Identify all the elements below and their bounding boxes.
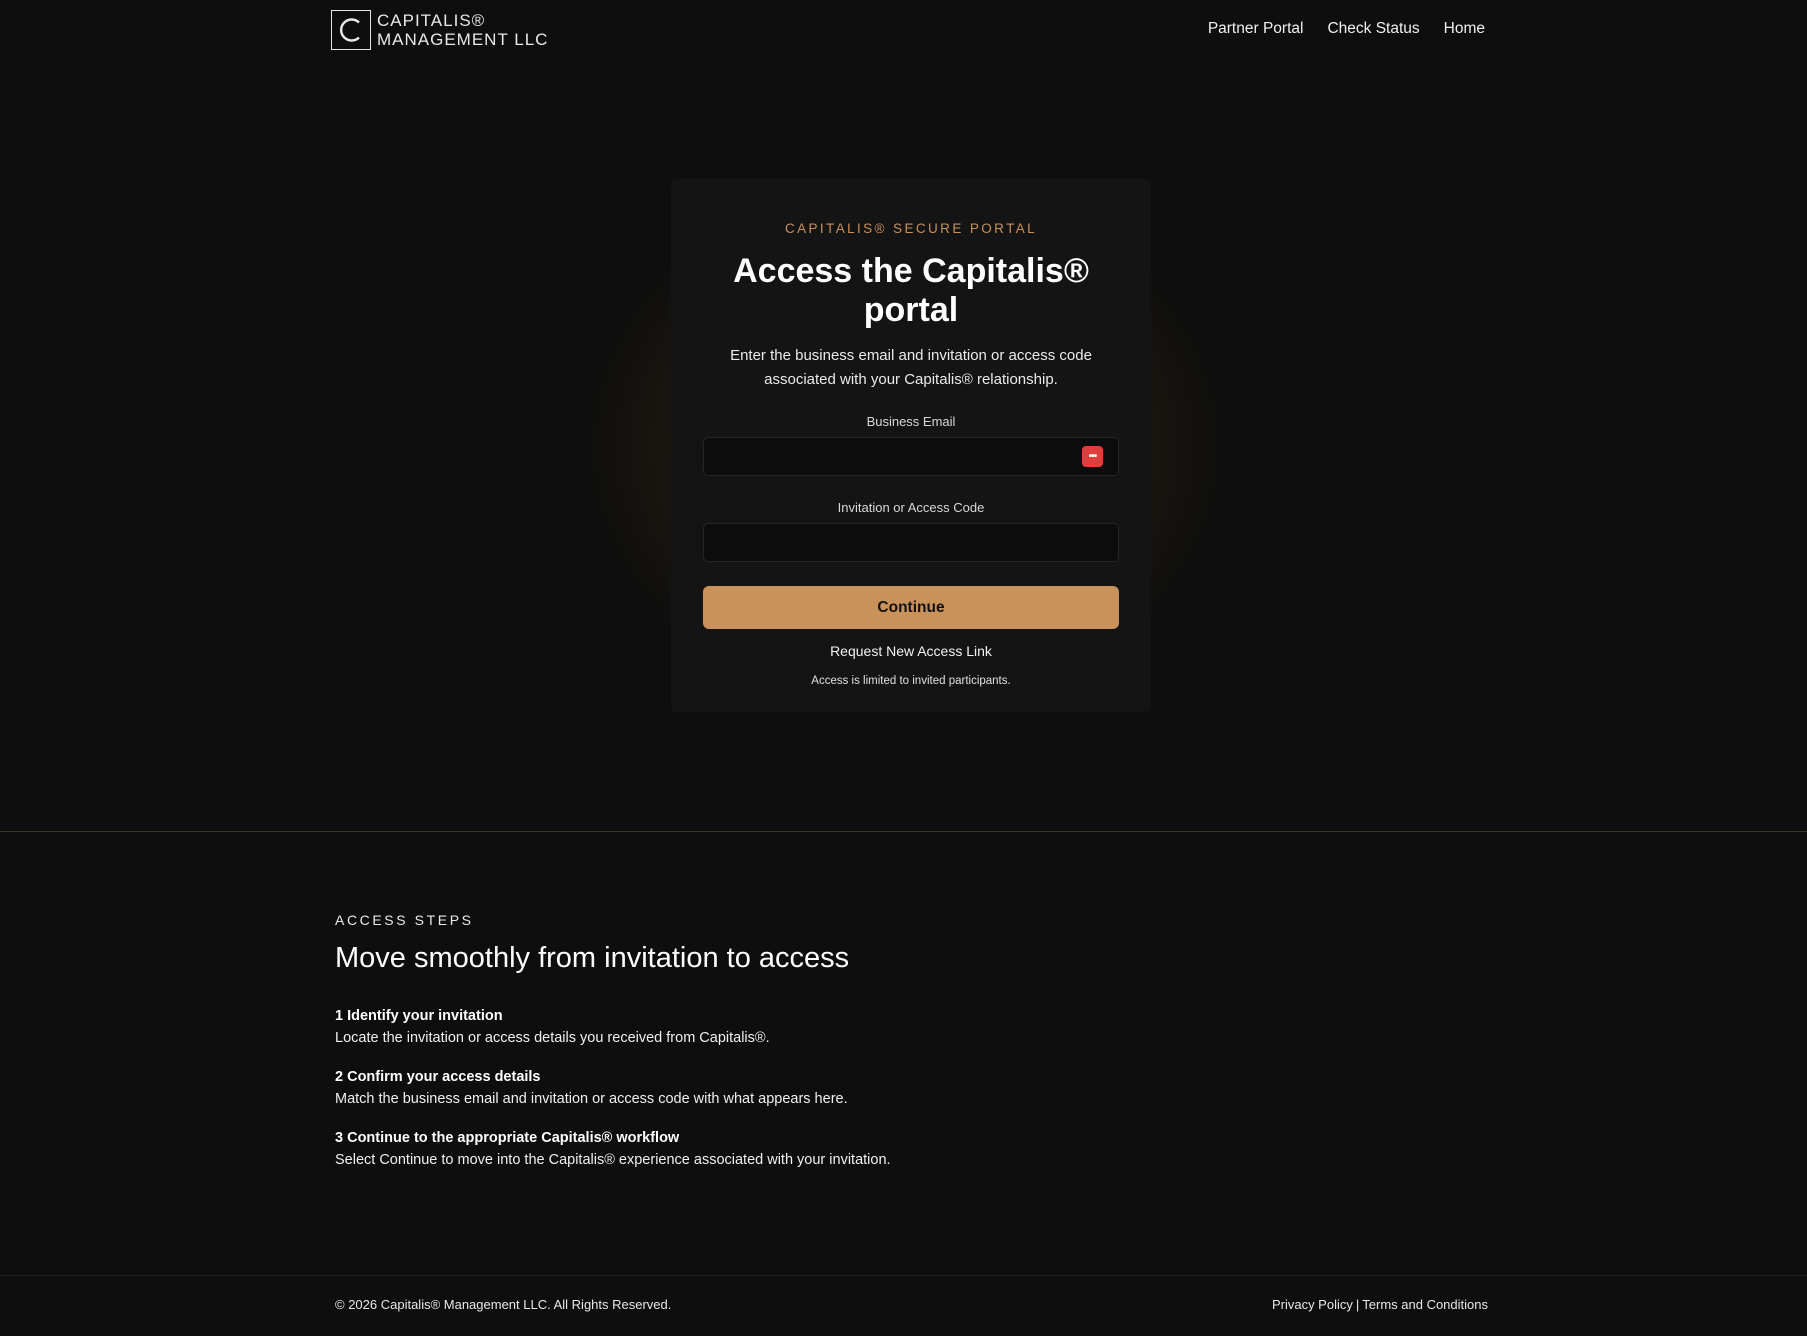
continue-button[interactable]: Continue xyxy=(703,586,1119,629)
nav-partner-portal[interactable]: Partner Portal xyxy=(1208,20,1304,38)
copyright-text: © 2026 Capitalis® Management LLC. All Ri… xyxy=(335,1297,672,1312)
site-footer: © 2026 Capitalis® Management LLC. All Ri… xyxy=(335,1297,1488,1312)
footer-separator: | xyxy=(1355,1297,1360,1312)
logo-line-1: CAPITALIS® xyxy=(377,11,486,30)
steps-title: Move smoothly from invitation to access xyxy=(335,942,850,974)
site-header: CAPITALIS® MANAGEMENT LLC Partner Portal… xyxy=(0,0,1807,62)
email-field-wrapper: ••• xyxy=(703,437,1119,476)
business-email-input[interactable] xyxy=(703,437,1119,476)
access-code-input[interactable] xyxy=(703,523,1119,562)
step-title: 2 Confirm your access details xyxy=(335,1069,541,1085)
step-title: 3 Continue to the appropriate Capitalis®… xyxy=(335,1130,680,1146)
request-access-link[interactable]: Request New Access Link xyxy=(830,643,992,659)
footer-links: Privacy Policy | Terms and Conditions xyxy=(1272,1297,1488,1312)
step-text: Select Continue to move into the Capital… xyxy=(335,1152,891,1168)
steps-eyebrow: ACCESS STEPS xyxy=(335,912,474,928)
privacy-policy-link[interactable]: Privacy Policy xyxy=(1272,1297,1353,1312)
code-label: Invitation or Access Code xyxy=(837,500,985,515)
step-title: 1 Identify your invitation xyxy=(335,1008,503,1024)
portal-title: Access the Capitalis® portal xyxy=(733,252,1089,329)
capital-c-logo-icon xyxy=(331,10,371,50)
company-logo[interactable]: CAPITALIS® MANAGEMENT LLC xyxy=(331,10,548,50)
logo-wordmark: CAPITALIS® MANAGEMENT LLC xyxy=(377,12,548,48)
portal-eyebrow: CAPITALIS® SECURE PORTAL xyxy=(784,221,1038,236)
terms-link[interactable]: Terms and Conditions xyxy=(1362,1297,1488,1312)
nav-check-status[interactable]: Check Status xyxy=(1327,20,1419,38)
portal-login-card: CAPITALIS® SECURE PORTAL Access the Capi… xyxy=(671,179,1151,712)
section-divider xyxy=(0,831,1807,832)
main-nav: Partner Portal Check Status Home xyxy=(1208,20,1485,38)
step-item: 2 Confirm your access details Match the … xyxy=(335,1066,1335,1110)
access-steps-section: ACCESS STEPS Move smoothly from invitati… xyxy=(335,912,1335,1188)
logo-line-2: MANAGEMENT LLC xyxy=(377,30,549,49)
email-label: Business Email xyxy=(866,414,956,429)
step-text: Match the business email and invitation … xyxy=(335,1091,848,1107)
nav-home[interactable]: Home xyxy=(1444,20,1485,38)
access-fine-print: Access is limited to invited participant… xyxy=(811,675,1011,687)
step-text: Locate the invitation or access details … xyxy=(335,1030,770,1046)
step-item: 3 Continue to the appropriate Capitalis®… xyxy=(335,1127,1335,1171)
portal-description: Enter the business email and invitation … xyxy=(730,347,1092,388)
password-manager-icon[interactable]: ••• xyxy=(1082,446,1103,467)
code-field-wrapper xyxy=(703,523,1119,562)
step-item: 1 Identify your invitation Locate the in… xyxy=(335,1005,1335,1049)
footer-divider xyxy=(0,1275,1807,1276)
